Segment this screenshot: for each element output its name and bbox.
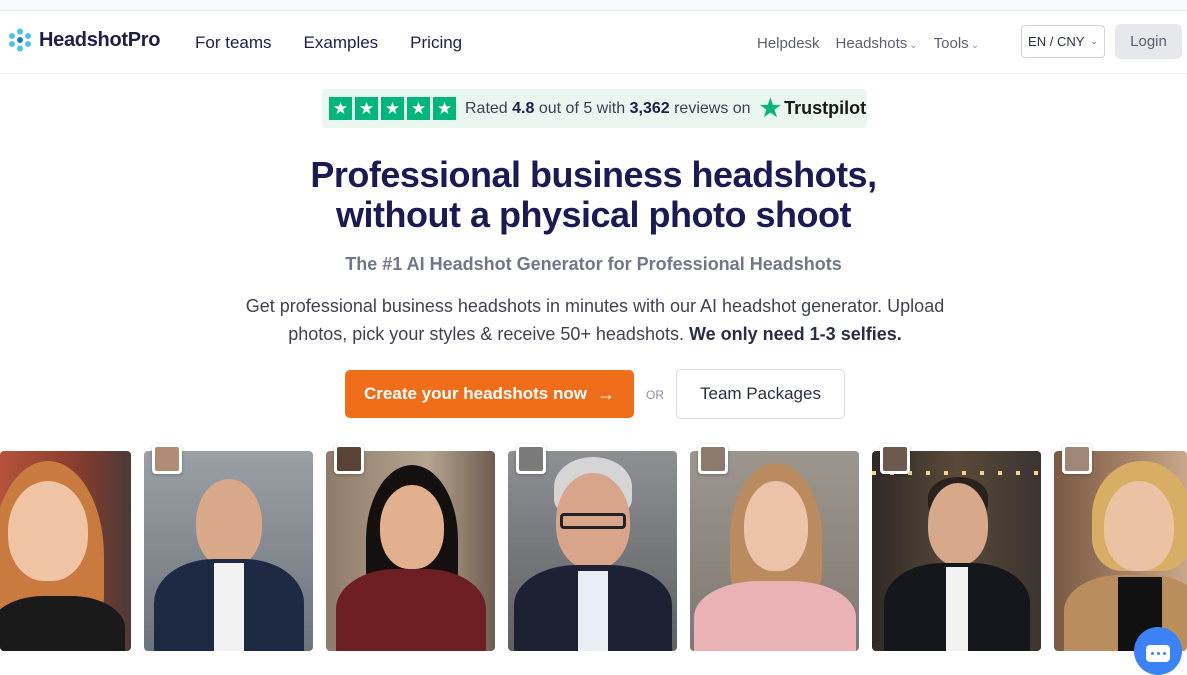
selfie-thumbnail: [334, 444, 364, 474]
hero-desc-line1: Get professional business headshots in m…: [245, 296, 945, 316]
trustpilot-brand: Trustpilot: [784, 98, 867, 118]
secondary-nav: Helpdesk Headshots ⌄ Tools ⌄: [757, 35, 979, 52]
create-headshots-button[interactable]: Create your headshots now →: [345, 370, 634, 418]
star-icon: ★: [355, 97, 378, 120]
team-packages-button[interactable]: Team Packages: [676, 369, 845, 419]
trustpilot-star-icon: ★: [759, 94, 782, 122]
rating-value: 4.8: [512, 99, 535, 117]
selfie-thumbnail: [880, 444, 910, 474]
login-button[interactable]: Login: [1115, 24, 1182, 59]
star-icon: ★: [433, 97, 456, 120]
hero-description: Get professional business headshots in m…: [200, 292, 990, 348]
language-select[interactable]: EN / CNY ⌄: [1021, 25, 1105, 58]
selfie-thumbnail: [152, 444, 182, 474]
hero-desc-bold: We only need 1-3 selfies.: [688, 324, 902, 344]
site-header: HeadshotPro For teams Examples Pricing H…: [0, 11, 1187, 74]
or-divider: OR: [646, 388, 664, 402]
hero-desc-line2: photos, pick your styles & receive 50+ h…: [288, 324, 684, 344]
hero-title: Professional business headshots, without…: [0, 155, 1187, 235]
logo-icon: [9, 28, 31, 52]
hero-title-line2: without a physical photo shoot: [336, 194, 851, 235]
headshot-photo-6: [872, 451, 1041, 651]
star-icon: ★: [381, 97, 404, 120]
nav-helpdesk[interactable]: Helpdesk: [757, 35, 820, 52]
headshot-photo-3: [326, 451, 495, 651]
cta-label: Create your headshots now: [364, 384, 587, 403]
nav-headshots-label: Headshots: [835, 35, 908, 52]
rating-text: Rated 4.8 out of 5 with 3,362 reviews on: [465, 100, 751, 118]
trustpilot-banner[interactable]: ★ ★ ★ ★ ★ Rated 4.8 out of 5 with 3,362 …: [322, 89, 867, 128]
arrow-right-icon: →: [596, 383, 615, 404]
nav-for-teams[interactable]: For teams: [195, 33, 272, 53]
nav-helpdesk-label: Helpdesk: [757, 35, 820, 52]
rating-middle: out of 5 with: [538, 99, 626, 117]
headshot-photo-7: [1054, 451, 1187, 651]
language-label: EN / CNY: [1028, 34, 1085, 49]
headshot-photo-5: [690, 451, 859, 651]
browser-top-strip: [0, 0, 1187, 11]
rating-stars: ★ ★ ★ ★ ★: [329, 97, 456, 120]
nav-tools[interactable]: Tools ⌄: [934, 35, 979, 52]
chevron-down-icon: ⌄: [1090, 36, 1098, 46]
logo-text: HeadshotPro: [39, 28, 161, 51]
chevron-down-icon: ⌄: [909, 40, 918, 51]
headshot-photo-1: [0, 451, 131, 651]
hero-title-line1: Professional business headshots,: [310, 154, 877, 195]
headshot-photo-4: [508, 451, 677, 651]
rating-prefix: Rated: [465, 99, 508, 117]
chevron-down-icon: ⌄: [970, 40, 980, 51]
hero-subtitle: The #1 AI Headshot Generator for Profess…: [345, 254, 842, 274]
main-nav: For teams Examples Pricing: [195, 33, 462, 53]
nav-pricing[interactable]: Pricing: [410, 33, 462, 53]
nav-tools-label: Tools: [933, 35, 969, 52]
selfie-thumbnail: [1062, 444, 1092, 474]
logo[interactable]: HeadshotPro: [8, 28, 160, 52]
rating-suffix: reviews on: [674, 99, 751, 117]
nav-headshots[interactable]: Headshots ⌄: [836, 35, 918, 52]
trustpilot-logo: ★ Trustpilot: [759, 94, 867, 122]
selfie-thumbnail: [516, 444, 546, 474]
star-icon: ★: [407, 97, 430, 120]
selfie-thumbnail: [698, 444, 728, 474]
chat-icon: [1146, 644, 1170, 662]
chat-widget-button[interactable]: [1134, 627, 1182, 675]
star-icon: ★: [329, 97, 352, 120]
headshot-photo-2: [144, 451, 313, 651]
nav-examples[interactable]: Examples: [304, 33, 379, 53]
review-count: 3,362: [629, 99, 670, 117]
